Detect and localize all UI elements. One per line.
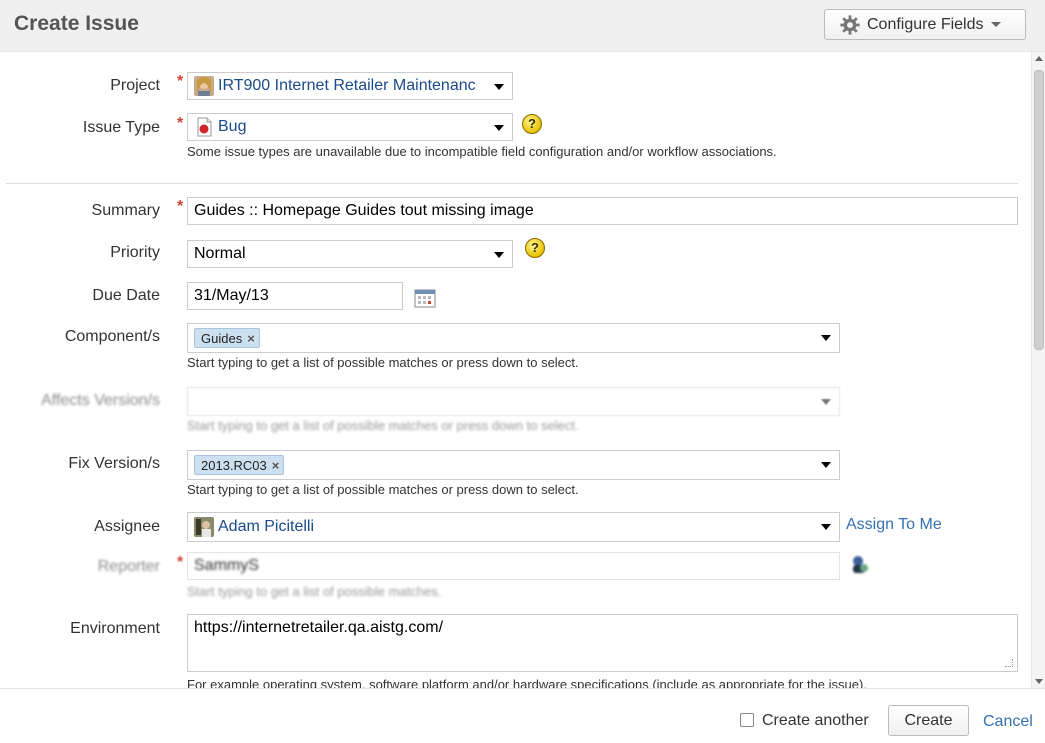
reporter-value: SammyS [194, 557, 259, 574]
avatar [194, 517, 214, 537]
priority-select[interactable]: Normal [187, 240, 513, 268]
components-hint: Start typing to get a list of possible m… [187, 355, 579, 370]
dialog-title: Create Issue [14, 12, 139, 35]
environment-textarea[interactable]: https://internetretailer.qa.aistg.com/ [187, 614, 1018, 672]
cancel-link[interactable]: Cancel [983, 713, 1033, 731]
create-another-label[interactable]: Create another [762, 712, 869, 730]
assignee-value: Adam Picitelli [218, 518, 315, 535]
project-avatar [194, 76, 214, 96]
assignee-label: Assignee [94, 518, 160, 535]
chevron-down-icon [494, 252, 504, 258]
scroll-thumb[interactable] [1034, 70, 1044, 350]
project-select[interactable]: IRT900 Internet Retailer Maintenanc [187, 72, 513, 100]
summary-input[interactable]: Guides :: Homepage Guides tout missing i… [187, 197, 1018, 225]
reporter-label: Reporter [97, 558, 160, 575]
create-another-checkbox[interactable] [740, 713, 754, 727]
affects-version-hint: Start typing to get a list of possible m… [187, 418, 579, 433]
fix-version-chip[interactable]: 2013.RC03 × [194, 455, 285, 475]
help-icon[interactable]: ? [522, 114, 542, 134]
create-issue-form: Project * IRT900 Internet Retailer Maint… [0, 52, 1031, 688]
affects-version-label: Affects Version/s [41, 392, 160, 409]
issue-type-hint: Some issue types are unavailable due to … [187, 144, 777, 159]
priority-value: Normal [194, 245, 246, 262]
chevron-down-icon [990, 22, 1001, 27]
create-button[interactable]: Create [888, 705, 969, 736]
reporter-input[interactable]: SammyS [187, 552, 840, 580]
issue-type-label: Issue Type [82, 119, 160, 136]
chevron-down-icon [494, 125, 504, 131]
chevron-down-icon [821, 399, 831, 405]
fix-version-hint: Start typing to get a list of possible m… [187, 482, 579, 497]
assignee-select[interactable]: Adam Picitelli [187, 512, 840, 542]
chevron-down-icon [494, 84, 504, 90]
environment-hint: For example operating system, software p… [187, 677, 867, 688]
summary-label: Summary [91, 202, 160, 219]
project-label: Project [110, 77, 160, 94]
dialog-header: Create Issue Configure Fields [0, 0, 1045, 52]
issue-type-value: Bug [218, 118, 247, 135]
configure-fields-button[interactable]: Configure Fields [824, 9, 1026, 40]
divider [6, 183, 1018, 184]
due-date-label: Due Date [92, 287, 160, 304]
components-picker[interactable]: Guides × [187, 323, 840, 353]
chevron-down-icon [821, 524, 831, 530]
summary-value: Guides :: Homepage Guides tout missing i… [194, 202, 534, 219]
environment-label: Environment [70, 620, 160, 637]
priority-label: Priority [110, 244, 160, 261]
chevron-down-icon [821, 335, 831, 341]
due-date-input[interactable]: 31/May/13 [187, 282, 403, 310]
configure-fields-label: Configure Fields [867, 15, 984, 33]
required-marker: * [177, 73, 184, 90]
required-marker: * [177, 115, 184, 132]
scrollbar[interactable] [1031, 52, 1045, 688]
user-picker-icon[interactable] [850, 554, 870, 574]
resize-handle[interactable] [1005, 659, 1013, 667]
chevron-down-icon [821, 462, 831, 468]
scroll-down-icon[interactable] [1035, 679, 1043, 684]
affects-version-picker[interactable] [187, 387, 840, 416]
scroll-up-icon[interactable] [1035, 56, 1043, 61]
remove-icon[interactable]: × [247, 331, 255, 346]
issue-type-select[interactable]: Bug [187, 113, 513, 141]
bug-icon [197, 117, 212, 137]
remove-icon[interactable]: × [272, 458, 280, 473]
calendar-icon[interactable] [414, 288, 436, 308]
component-chip-label: Guides [201, 330, 243, 346]
dialog-footer: Create another Create Cancel [0, 688, 1045, 743]
environment-value: https://internetretailer.qa.aistg.com/ [194, 619, 444, 636]
help-icon[interactable]: ? [525, 238, 545, 258]
fix-version-label: Fix Version/s [68, 455, 160, 472]
required-marker: * [177, 554, 184, 571]
component-chip[interactable]: Guides × [194, 328, 260, 348]
fix-version-picker[interactable]: 2013.RC03 × [187, 450, 840, 480]
gear-icon [840, 14, 860, 35]
assign-to-me-link[interactable]: Assign To Me [846, 516, 942, 534]
project-value: IRT900 Internet Retailer Maintenanc [218, 77, 476, 94]
fix-version-chip-label: 2013.RC03 [201, 457, 267, 473]
required-marker: * [177, 198, 184, 215]
components-label: Component/s [64, 328, 160, 345]
reporter-hint: Start typing to get a list of possible m… [187, 584, 442, 599]
due-date-value: 31/May/13 [194, 287, 269, 304]
